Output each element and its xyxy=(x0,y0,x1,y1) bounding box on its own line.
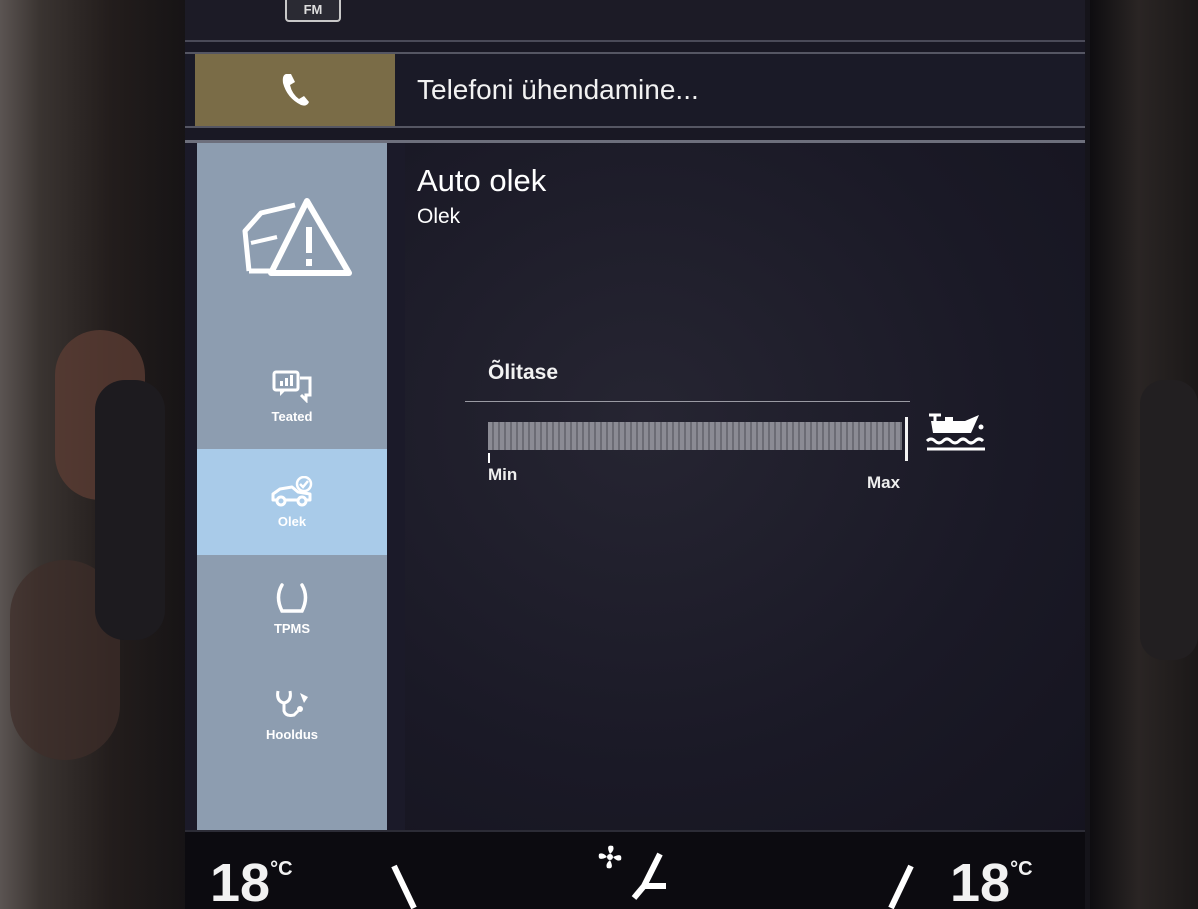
phone-tile[interactable]: Telefoni ühendamine... xyxy=(185,52,1085,128)
left-temp-value: 18 xyxy=(210,853,271,909)
oil-level-fill xyxy=(488,422,902,450)
content-panel: Auto olek Olek Õlitase Min Max xyxy=(405,143,1085,833)
sidebar-item-label: Olek xyxy=(277,513,307,529)
right-temperature[interactable]: 18°C xyxy=(950,852,1033,909)
oil-can-icon xyxy=(925,413,985,451)
temp-unit: °C xyxy=(270,858,293,880)
photo-frame-left xyxy=(0,0,200,909)
frame-hinge xyxy=(95,380,165,640)
infotainment-screen: FM Telefoni ühendamine... Teated Olek TP… xyxy=(185,0,1085,909)
min-tick xyxy=(488,453,490,463)
messages-icon xyxy=(272,370,312,403)
fan-icon[interactable] xyxy=(595,842,625,872)
page-title: Auto olek xyxy=(417,163,547,198)
divider xyxy=(465,401,910,402)
radio-tile[interactable]: FM xyxy=(185,0,1085,42)
car-status-app: Teated Olek TPMS Hooldus Auto olek Olek … xyxy=(185,140,1085,833)
sidebar-item-label: TPMS xyxy=(273,620,311,636)
oil-level-label: Õlitase xyxy=(488,361,559,384)
sidebar-item-teated[interactable]: Teated xyxy=(197,343,387,449)
phone-tile-icon-area[interactable] xyxy=(195,54,395,126)
oil-level-bar xyxy=(488,422,902,450)
sidebar-item-olek[interactable]: Olek xyxy=(197,449,387,555)
left-temperature[interactable]: 18°C xyxy=(210,852,293,909)
sidebar-item-label: Hooldus xyxy=(266,726,318,742)
phone-status-text: Telefoni ühendamine... xyxy=(417,74,699,105)
sidebar-item-tpms[interactable]: TPMS xyxy=(197,555,387,661)
seat-icon[interactable] xyxy=(630,852,670,902)
car-check-icon xyxy=(271,475,313,506)
climate-bar: 18°C 18°C xyxy=(185,830,1085,909)
temp-unit: °C xyxy=(1010,858,1033,880)
seat-heat-icon[interactable] xyxy=(390,862,430,909)
sidebar-item-hooldus[interactable]: Hooldus xyxy=(197,661,387,767)
page-subtitle: Olek xyxy=(417,205,461,228)
phone-icon xyxy=(282,74,309,106)
car-warning-icon xyxy=(242,198,352,276)
sidebar-item-label: Teated xyxy=(271,408,313,424)
max-label: Max xyxy=(867,473,901,492)
right-temp-value: 18 xyxy=(950,853,1011,909)
tire-pressure-icon xyxy=(276,582,308,613)
min-label: Min xyxy=(488,465,518,484)
seat-heat-icon[interactable] xyxy=(875,862,915,909)
sidebar: Teated Olek TPMS Hooldus xyxy=(197,143,387,833)
service-wrench-icon xyxy=(276,690,308,717)
fm-badge: FM xyxy=(285,0,341,22)
max-tick xyxy=(905,417,908,461)
photo-frame-right xyxy=(1090,0,1198,909)
frame-hinge xyxy=(1140,380,1198,660)
